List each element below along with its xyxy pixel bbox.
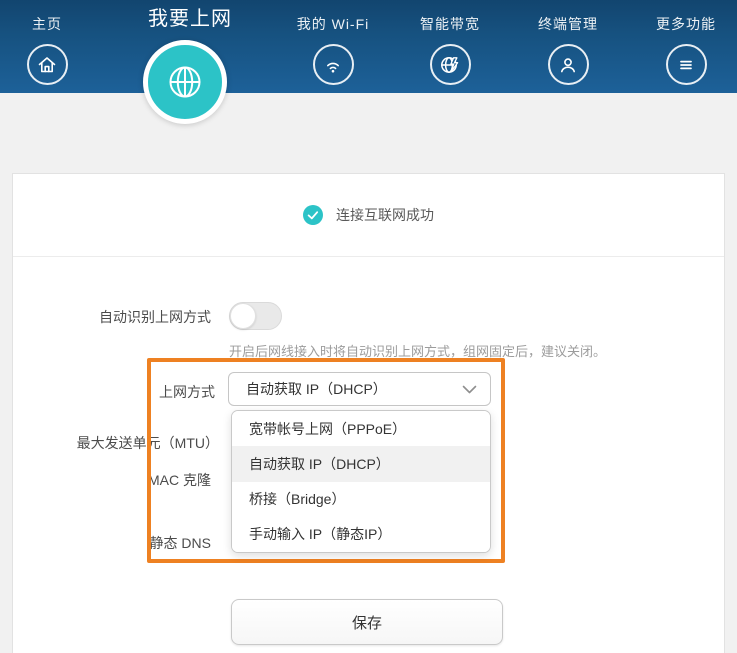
- auto-detect-toggle[interactable]: [229, 302, 282, 330]
- globe-icon: [161, 58, 209, 106]
- dropdown-option-bridge[interactable]: 桥接（Bridge）: [232, 482, 490, 517]
- wifi-icon: [313, 44, 354, 85]
- nav-item-more[interactable]: 更多功能: [626, 14, 737, 85]
- mtu-label: 最大发送单元（MTU）: [13, 433, 219, 453]
- home-icon: [27, 44, 68, 85]
- nav-item-terminal[interactable]: 终端管理: [508, 14, 628, 85]
- connection-status-row: 连接互联网成功: [13, 174, 724, 257]
- globe-bolt-icon: [430, 44, 471, 85]
- connection-type-dropdown: 宽带帐号上网（PPPoE） 自动获取 IP（DHCP） 桥接（Bridge） 手…: [231, 410, 491, 553]
- save-button[interactable]: 保存: [231, 599, 503, 645]
- chevron-down-icon: [462, 385, 477, 394]
- dropdown-option-static[interactable]: 手动输入 IP（静态IP）: [232, 517, 490, 552]
- nav-label-home: 主页: [32, 14, 62, 34]
- status-message: 连接互联网成功: [336, 205, 434, 225]
- menu-icon: [666, 44, 707, 85]
- success-check-icon: [303, 205, 323, 225]
- nav-label-terminal: 终端管理: [538, 14, 598, 34]
- top-navbar: 主页 我要上网 我的 Wi-Fi: [0, 0, 737, 93]
- nav-item-wifi[interactable]: 我的 Wi-Fi: [273, 14, 393, 85]
- internet-settings-panel: 连接互联网成功 自动识别上网方式 开启后网线接入时将自动识别上网方式，组网固定后…: [12, 173, 725, 653]
- connection-type-select[interactable]: 自动获取 IP（DHCP）: [228, 372, 491, 406]
- auto-detect-hint: 开启后网线接入时将自动识别上网方式，组网固定后，建议关闭。: [229, 341, 606, 360]
- nav-item-bandwidth[interactable]: 智能带宽: [390, 14, 510, 85]
- nav-label-wifi: 我的 Wi-Fi: [297, 14, 370, 34]
- nav-item-home[interactable]: 主页: [0, 14, 107, 85]
- toggle-knob: [230, 303, 256, 329]
- dropdown-option-dhcp[interactable]: 自动获取 IP（DHCP）: [232, 446, 490, 481]
- static-dns-label: 静态 DNS: [13, 533, 211, 553]
- connection-type-label: 上网方式: [13, 382, 215, 402]
- nav-label-more: 更多功能: [656, 14, 716, 34]
- nav-label-bandwidth: 智能带宽: [420, 14, 480, 34]
- nav-item-internet-active[interactable]: [143, 40, 227, 124]
- mac-clone-label: MAC 克隆: [13, 470, 211, 490]
- dropdown-option-pppoe[interactable]: 宽带帐号上网（PPPoE）: [232, 411, 490, 446]
- nav-label-internet[interactable]: 我要上网: [130, 2, 250, 31]
- user-icon: [548, 44, 589, 85]
- connection-type-value: 自动获取 IP（DHCP）: [246, 379, 387, 399]
- auto-detect-label: 自动识别上网方式: [13, 307, 211, 327]
